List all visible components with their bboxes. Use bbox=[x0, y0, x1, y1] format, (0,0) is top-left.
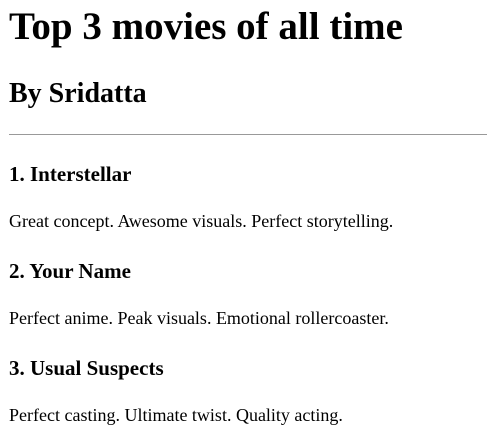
movie-title-3: 3. Usual Suspects bbox=[9, 356, 164, 380]
document-page: Top 3 movies of all time By Sridatta 1. … bbox=[0, 0, 487, 441]
movie-description-2: Perfect anime. Peak visuals. Emotional r… bbox=[9, 308, 389, 328]
movie-title-1: 1. Interstellar bbox=[9, 162, 132, 186]
movie-title-2: 2. Your Name bbox=[9, 259, 131, 283]
page-byline: By Sridatta bbox=[9, 78, 147, 109]
divider bbox=[9, 134, 487, 135]
movie-description-1: Great concept. Awesome visuals. Perfect … bbox=[9, 211, 394, 231]
page-title: Top 3 movies of all time bbox=[9, 5, 403, 48]
movie-description-3: Perfect casting. Ultimate twist. Quality… bbox=[9, 405, 343, 425]
